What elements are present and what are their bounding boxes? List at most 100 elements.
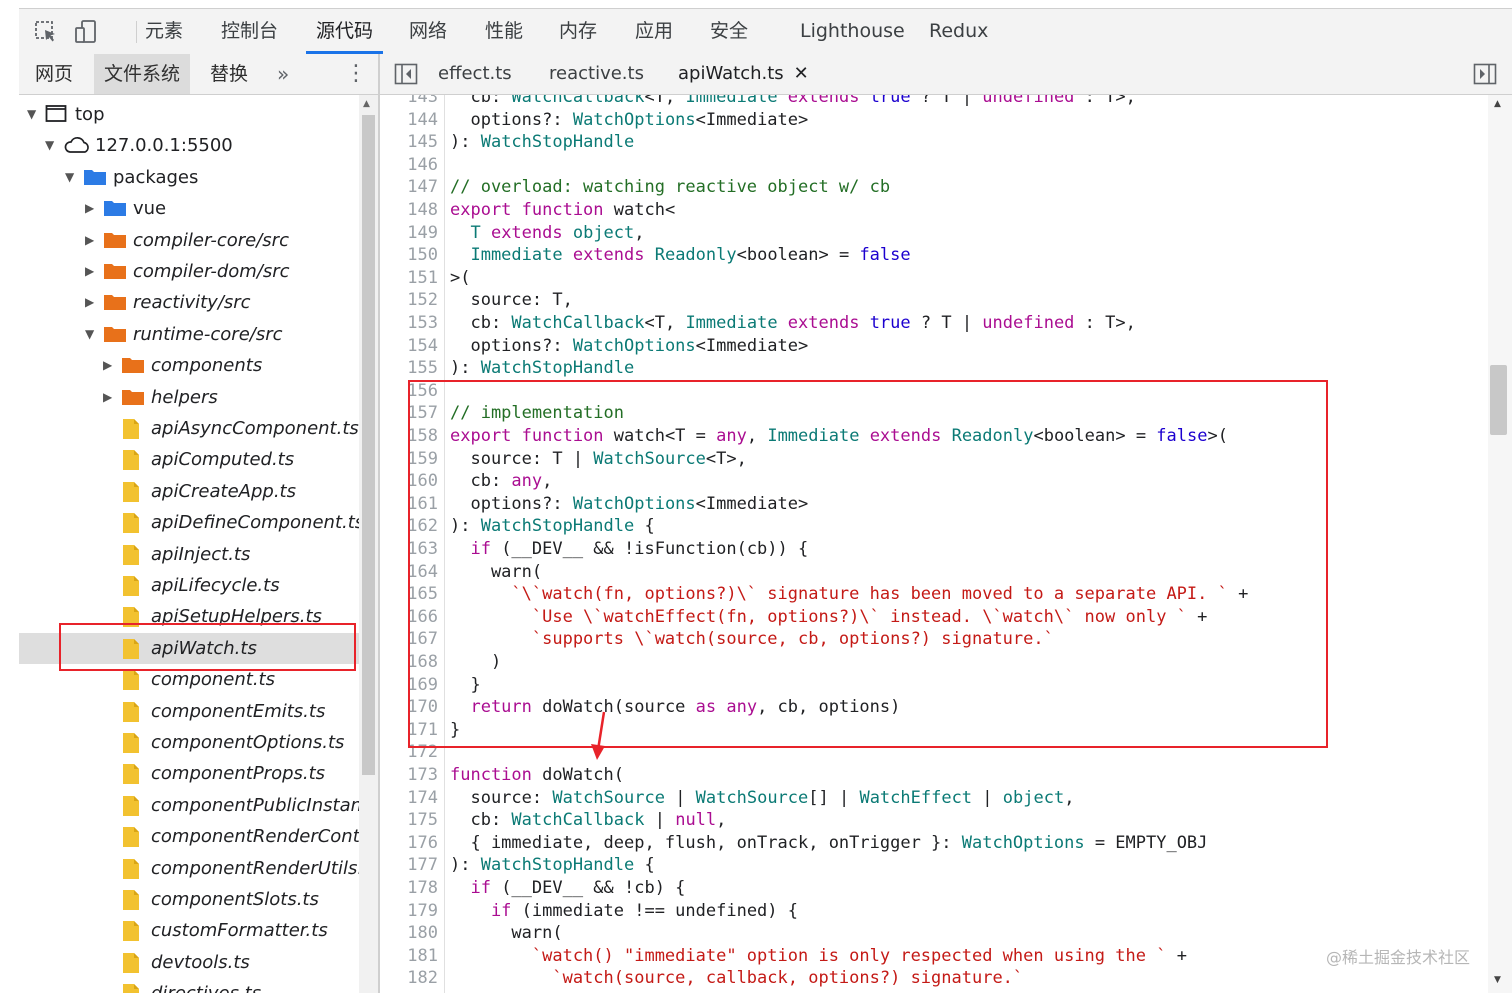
- file-tab-reactive[interactable]: reactive.ts: [549, 54, 644, 94]
- code-token: `watch(source, callback, options?) signa…: [450, 968, 1024, 989]
- line-number[interactable]: 181: [380, 945, 438, 968]
- line-number[interactable]: 153: [380, 312, 438, 335]
- tree-file[interactable]: apiDefineComponent.ts: [19, 507, 359, 538]
- line-number[interactable]: 152: [380, 289, 438, 312]
- toggle-navigator-icon[interactable]: [394, 63, 418, 85]
- line-number[interactable]: 151: [380, 267, 438, 290]
- tree-file[interactable]: apiCreateApp.ts: [19, 476, 359, 507]
- expand-arrow-icon[interactable]: ▼: [65, 162, 74, 193]
- line-number[interactable]: 145: [380, 131, 438, 154]
- panel-tab-1[interactable]: 控制台: [211, 9, 288, 54]
- tree-folder[interactable]: ▶ compiler-dom/src: [19, 256, 359, 287]
- tree-folder[interactable]: ▼ 127.0.0.1:5500: [19, 130, 359, 161]
- tree-folder[interactable]: ▼ runtime-core/src: [19, 319, 359, 350]
- line-number[interactable]: 173: [380, 764, 438, 787]
- panel-tab-4[interactable]: 性能: [475, 9, 533, 54]
- toggle-debugger-icon[interactable]: [1473, 63, 1497, 85]
- inspect-element-icon[interactable]: [33, 19, 59, 45]
- navigator-scrollbar[interactable]: ▲: [359, 95, 378, 993]
- scroll-up-arrow-icon[interactable]: ▲: [1494, 99, 1501, 109]
- line-number[interactable]: 176: [380, 832, 438, 855]
- tree-file[interactable]: componentRenderContex: [19, 821, 359, 852]
- line-number[interactable]: 146: [380, 154, 438, 177]
- tree-file[interactable]: customFormatter.ts: [19, 915, 359, 946]
- tree-file[interactable]: componentRenderUtils.ts: [19, 853, 359, 884]
- tree-folder[interactable]: ▶ helpers: [19, 382, 359, 413]
- panel-tab-9[interactable]: Redux: [919, 9, 998, 54]
- line-number[interactable]: 150: [380, 244, 438, 267]
- line-number[interactable]: 180: [380, 922, 438, 945]
- tree-item-label: apiComputed.ts: [151, 449, 295, 471]
- expand-arrow-icon[interactable]: ▼: [45, 130, 54, 161]
- editor-scrollbar[interactable]: ▲ ▼: [1488, 95, 1512, 993]
- collapse-arrow-icon[interactable]: ▶: [103, 382, 112, 413]
- tree-file[interactable]: apiAsyncComponent.ts: [19, 413, 359, 444]
- code-token: object: [1002, 787, 1065, 808]
- tree-file[interactable]: componentOptions.ts: [19, 727, 359, 758]
- frame-icon: [45, 104, 67, 128]
- panel-tab-5[interactable]: 内存: [549, 9, 607, 54]
- collapse-arrow-icon[interactable]: ▶: [85, 287, 94, 318]
- tree-file[interactable]: componentSlots.ts: [19, 884, 359, 915]
- navigator-scroll-thumb[interactable]: [362, 115, 375, 775]
- tree-folder[interactable]: ▶ compiler-core/src: [19, 225, 359, 256]
- line-number[interactable]: 154: [380, 335, 438, 358]
- expand-arrow-icon[interactable]: ▼: [27, 99, 36, 130]
- close-tab-icon[interactable]: ✕: [794, 63, 809, 84]
- tree-file[interactable]: componentEmits.ts: [19, 696, 359, 727]
- line-number[interactable]: 177: [380, 854, 438, 877]
- collapse-arrow-icon[interactable]: ▶: [85, 225, 94, 256]
- tree-folder[interactable]: ▼ packages: [19, 162, 359, 193]
- line-number[interactable]: 144: [380, 109, 438, 132]
- tree-item-label: customFormatter.ts: [151, 920, 328, 942]
- panel-tab-7[interactable]: 安全: [700, 9, 758, 54]
- line-number[interactable]: 149: [380, 222, 438, 245]
- more-tabs-icon[interactable]: »: [277, 54, 289, 94]
- file-tab-apiwatch[interactable]: apiWatch.ts ✕: [678, 54, 809, 94]
- collapse-arrow-icon[interactable]: ▶: [103, 350, 112, 381]
- tree-file[interactable]: apiComputed.ts: [19, 444, 359, 475]
- line-number[interactable]: 143: [380, 95, 438, 109]
- line-number[interactable]: 175: [380, 809, 438, 832]
- nav-tab-page[interactable]: 网页: [25, 54, 83, 94]
- tree-file[interactable]: apiLifecycle.ts: [19, 570, 359, 601]
- line-source: source: WatchSource | WatchSource[] | Wa…: [450, 787, 1074, 810]
- tree-file[interactable]: componentProps.ts: [19, 758, 359, 789]
- expand-arrow-icon[interactable]: ▼: [85, 319, 94, 350]
- tree-folder[interactable]: ▶ vue: [19, 193, 359, 224]
- collapse-arrow-icon[interactable]: ▶: [85, 256, 94, 287]
- editor-scroll-thumb[interactable]: [1490, 365, 1507, 435]
- tree-file[interactable]: directives.ts: [19, 978, 359, 993]
- watermark: @稀土掘金技术社区: [1326, 948, 1471, 967]
- line-number[interactable]: 178: [380, 877, 438, 900]
- line-number[interactable]: 148: [380, 199, 438, 222]
- kebab-menu-icon[interactable]: ⋮: [345, 54, 367, 94]
- tree-file[interactable]: apiInject.ts: [19, 539, 359, 570]
- panel-tab-8[interactable]: Lighthouse: [790, 9, 915, 54]
- line-number[interactable]: 155: [380, 357, 438, 380]
- collapse-arrow-icon[interactable]: ▶: [85, 193, 94, 224]
- panel-tab-0[interactable]: 元素: [135, 9, 193, 54]
- code-token: // overload: watching reactive object w/…: [450, 177, 891, 198]
- code-token: WatchCallback: [511, 313, 645, 333]
- line-number[interactable]: 147: [380, 176, 438, 199]
- nav-tab-overrides[interactable]: 替换: [200, 54, 258, 94]
- file-tab-effect[interactable]: effect.ts: [438, 54, 512, 94]
- device-toggle-icon[interactable]: [73, 19, 99, 45]
- tree-folder[interactable]: ▼ top: [19, 99, 359, 130]
- nav-tab-filesystem[interactable]: 文件系统: [94, 54, 191, 94]
- scroll-down-arrow-icon[interactable]: ▼: [1494, 975, 1501, 985]
- line-number[interactable]: 179: [380, 900, 438, 923]
- scroll-up-arrow-icon[interactable]: ▲: [363, 99, 370, 109]
- line-number[interactable]: 174: [380, 787, 438, 810]
- panel-tab-2[interactable]: 源代码: [306, 9, 384, 54]
- tree-item-label: compiler-dom/src: [133, 261, 290, 282]
- panel-tab-3[interactable]: 网络: [399, 9, 457, 54]
- tree-folder[interactable]: ▶ components: [19, 350, 359, 381]
- code-line: 178 if (__DEV__ && !cb) {: [380, 877, 1488, 900]
- tree-file[interactable]: devtools.ts: [19, 947, 359, 978]
- line-number[interactable]: 182: [380, 967, 438, 990]
- tree-folder[interactable]: ▶ reactivity/src: [19, 287, 359, 318]
- panel-tab-6[interactable]: 应用: [625, 9, 683, 54]
- tree-file[interactable]: componentPublicInstance: [19, 790, 359, 821]
